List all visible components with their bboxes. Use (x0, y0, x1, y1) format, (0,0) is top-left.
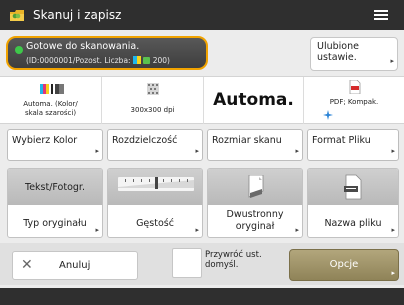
density-slider-icon (118, 177, 194, 191)
color-mode-icon (40, 84, 64, 94)
restore-defaults-label: Przywróć ust. domyśl. (205, 250, 262, 270)
file-format-button[interactable]: Format Pliku ▸ (307, 129, 399, 161)
select-color-button[interactable]: Wybierz Kolor ▸ (7, 129, 103, 161)
color-mode-line1: Automa. (Kolor/ (23, 100, 78, 108)
resolution-label: Rozdzielczość (112, 135, 178, 146)
scan-size-summary: Automa. (204, 77, 304, 124)
original-type-value-area: Tekst/Fotogr. (8, 169, 102, 205)
ocr-sparkle-icon (323, 110, 333, 120)
file-name-icon (344, 174, 362, 200)
chevron-icon: ▸ (195, 226, 199, 234)
chevron-icon: ▸ (95, 147, 99, 155)
scan-status-panel: Gotowe do skanowania. (ID:0000001/Pozost… (6, 36, 208, 70)
scan-size-button[interactable]: Rozmiar skanu ▸ (207, 129, 303, 161)
file-name-button[interactable]: Nazwa pliku ▸ (307, 168, 399, 238)
status-details: (ID:0000001/Pozost. Liczba: 200) (26, 55, 170, 66)
cancel-button[interactable]: ✕ Anuluj (12, 251, 138, 280)
original-type-label: Typ oryginału (23, 218, 87, 229)
options-label: Opcje (329, 259, 359, 270)
resolution-icon (147, 83, 159, 95)
file-format-label: Format Pliku (312, 135, 371, 146)
restore-defaults-line2: domyśl. (205, 260, 239, 270)
title-bar: Skanuj i zapisz (0, 0, 404, 30)
density-label: Gęstość (136, 218, 174, 229)
file-format-summary: PDF; Kompak. (304, 77, 404, 124)
two-sided-value-area (208, 169, 302, 205)
ready-indicator-icon (15, 46, 23, 54)
two-sided-line2: oryginał (235, 221, 275, 232)
chevron-icon: ▸ (195, 147, 199, 155)
scan-size-label: Rozmiar skanu (212, 135, 282, 146)
color-mode-summary: Automa. (Kolor/ skala szarości) (0, 77, 102, 124)
original-type-value: Tekst/Fotogr. (25, 182, 85, 193)
pdf-file-icon (349, 80, 361, 94)
hamburger-menu-icon[interactable] (365, 5, 397, 25)
window-title: Skanuj i zapisz (33, 8, 122, 22)
status-footer-bar (0, 288, 404, 305)
two-sided-line1: Dwustronny (226, 209, 284, 220)
favorite-settings-line1: Ulubione (317, 41, 359, 52)
original-type-button[interactable]: Tekst/Fotogr. Typ oryginału ▸ (7, 168, 103, 238)
chevron-icon: ▸ (391, 269, 395, 277)
chevron-icon: ▸ (295, 226, 299, 234)
restore-defaults-line1: Przywróć ust. (205, 250, 262, 260)
density-value-area (108, 169, 202, 205)
file-format-value: PDF; Kompak. (329, 98, 379, 106)
chevron-icon: ▸ (391, 147, 395, 155)
close-icon: ✕ (21, 257, 33, 273)
cancel-label: Anuluj (59, 260, 91, 271)
favorite-settings-button[interactable]: Ulubione ustawie. ▸ (310, 37, 398, 71)
yellow-toner-icon (136, 56, 141, 64)
resolution-value: 300x300 dpi (130, 106, 175, 114)
restore-defaults-button[interactable] (172, 248, 202, 278)
chevron-icon: ▸ (95, 226, 99, 234)
select-color-label: Wybierz Kolor (12, 135, 78, 146)
chevron-icon: ▸ (390, 57, 394, 65)
two-sided-original-button[interactable]: Dwustronny oryginał ▸ (207, 168, 303, 238)
chevron-icon: ▸ (391, 226, 395, 234)
density-button[interactable]: Gęstość ▸ (107, 168, 203, 238)
status-message: Gotowe do skanowania. (26, 41, 140, 52)
resolution-button[interactable]: Rozdzielczość ▸ (107, 129, 203, 161)
chevron-icon: ▸ (295, 147, 299, 155)
scan-and-save-screen: Skanuj i zapisz Gotowe do skanowania. (I… (0, 0, 404, 305)
two-sided-document-icon (248, 175, 264, 198)
file-name-label: Nazwa pliku (324, 218, 382, 229)
folder-icon (10, 10, 24, 21)
settings-summary-bar: Automa. (Kolor/ skala szarości) 300x300 … (0, 76, 404, 124)
favorite-settings-line2: ustawie. (317, 52, 357, 63)
resolution-summary: 300x300 dpi (102, 77, 204, 124)
status-details-prefix: (ID:0000001/Pozost. Liczba: (26, 56, 131, 65)
file-name-value-area (308, 169, 398, 205)
status-details-suffix: 200) (152, 56, 170, 65)
memory-icon (143, 57, 151, 64)
options-button[interactable]: Opcje ▸ (289, 249, 399, 281)
color-mode-line2: skala szarości) (24, 109, 77, 117)
scan-size-value: Automa. (213, 90, 294, 110)
